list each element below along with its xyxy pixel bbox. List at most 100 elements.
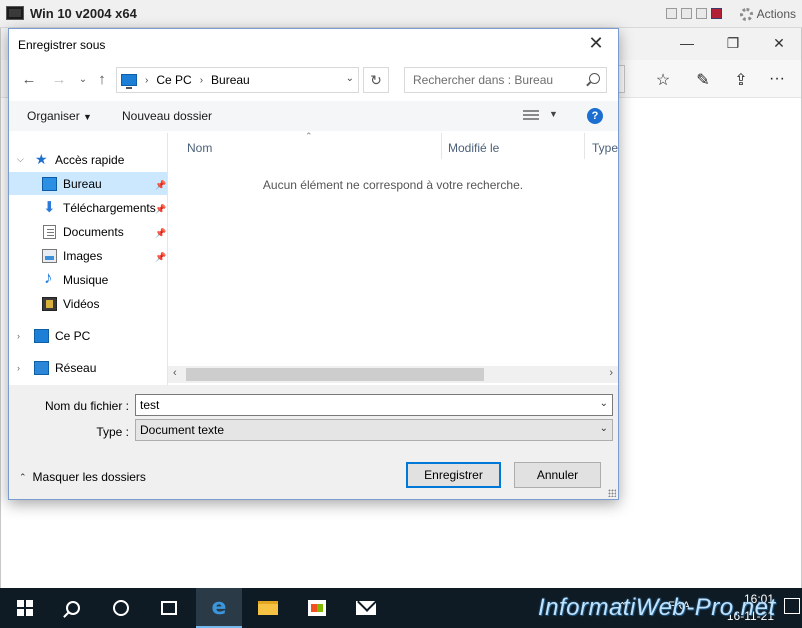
refresh-icon: ↻	[370, 72, 382, 88]
scrollbar-thumb[interactable]	[186, 368, 484, 381]
breadcrumb-this-pc[interactable]: Ce PC	[156, 73, 191, 87]
horizontal-scrollbar[interactable]: ‹ ›	[168, 366, 618, 383]
chevron-down-icon[interactable]: ⌄	[346, 73, 354, 84]
pen-icon[interactable]: ✎	[693, 70, 713, 90]
pin-icon[interactable]: 📌	[155, 180, 166, 190]
taskbar-explorer-button[interactable]	[245, 588, 291, 628]
organize-menu[interactable]: Organiser ▼	[27, 109, 92, 123]
pc-icon	[121, 74, 137, 89]
chevron-down-icon[interactable]: ⌄	[600, 423, 608, 434]
mail-icon	[356, 601, 376, 615]
more-icon[interactable]: ···	[767, 70, 787, 88]
up-arrow-icon[interactable]: ↑	[92, 70, 112, 90]
vm-monitor-icon	[6, 6, 24, 20]
filename-field[interactable]: test ⌄	[135, 394, 613, 416]
file-list: ⌃ Nom Modifié le Type Aucun élément ne c…	[168, 131, 618, 379]
share-icon[interactable]: ⇪	[731, 70, 751, 90]
search-input[interactable]: Rechercher dans : Bureau	[404, 67, 607, 93]
cancel-button[interactable]: Annuler	[514, 462, 601, 488]
chevron-down-icon[interactable]: ⌄	[600, 398, 608, 409]
nav-item-label: Bureau	[63, 176, 102, 191]
dialog-close-button[interactable]: ✕	[582, 33, 610, 55]
maximize-button[interactable]: ❐	[723, 35, 743, 52]
chevron-right-icon[interactable]: ›	[17, 331, 20, 341]
taskbar-store-button[interactable]	[294, 588, 340, 628]
view-options-icon[interactable]	[523, 110, 539, 122]
taskbar-edge-button[interactable]: e	[196, 588, 242, 628]
save-button[interactable]: Enregistrer	[406, 462, 501, 488]
minimize-button[interactable]: —	[677, 35, 697, 51]
nav-item-label: Documents	[63, 224, 124, 239]
music-icon	[42, 268, 57, 288]
nav-item-label: Téléchargements	[63, 200, 156, 215]
scroll-right-icon[interactable]: ›	[609, 367, 613, 379]
refresh-button[interactable]: ↻	[363, 67, 389, 93]
breadcrumb[interactable]: › Ce PC › Bureau ⌄	[116, 67, 359, 93]
notification-icon[interactable]	[784, 598, 800, 614]
filename-label: Nom du fichier :	[44, 399, 129, 413]
column-separator[interactable]	[441, 133, 442, 159]
chevron-down-icon: ▼	[83, 112, 92, 122]
column-header-name[interactable]: Nom	[187, 141, 212, 155]
scroll-left-icon[interactable]: ‹	[173, 367, 177, 379]
close-button[interactable]: ✕	[769, 35, 789, 52]
file-type-select[interactable]: Document texte ⌄	[135, 419, 613, 441]
hide-folders-label: Masquer les dossiers	[32, 470, 146, 484]
task-view-button[interactable]	[146, 588, 192, 628]
nav-item-documents[interactable]: Documents 📌	[9, 220, 167, 243]
edge-icon: e	[211, 594, 227, 620]
vm-window-titlebar: Win 10 v2004 x64 Actions	[0, 0, 802, 28]
nav-item-label: Vidéos	[63, 296, 100, 311]
pin-icon[interactable]: 📌	[155, 228, 166, 238]
pictures-icon	[42, 248, 57, 263]
desktop-icon	[42, 176, 57, 191]
store-icon	[308, 600, 326, 616]
chevron-right-icon[interactable]: ›	[17, 363, 20, 373]
nav-this-pc[interactable]: › Ce PC	[9, 324, 167, 347]
vm-actions-menu[interactable]: Actions	[739, 7, 796, 21]
pin-icon[interactable]: 📌	[155, 204, 166, 214]
nav-network[interactable]: › Réseau	[9, 356, 167, 379]
organize-label: Organiser	[27, 109, 80, 123]
cortana-button[interactable]	[98, 588, 144, 628]
windows-logo-icon	[17, 600, 33, 616]
breadcrumb-separator-icon[interactable]: ›	[200, 75, 203, 86]
nav-item-downloads[interactable]: Téléchargements 📌	[9, 196, 167, 219]
nav-item-pictures[interactable]: Images 📌	[9, 244, 167, 267]
chevron-down-icon[interactable]: ⌵	[17, 154, 24, 165]
hide-folders-toggle[interactable]: ⌃ Masquer les dossiers	[19, 470, 146, 484]
nav-item-label: Images	[63, 248, 103, 263]
taskbar-search-button[interactable]	[50, 588, 96, 628]
nav-quick-access-label: Accès rapide	[55, 152, 125, 167]
favorites-icon[interactable]: ☆	[653, 70, 673, 90]
watermark: InformatiWeb-Pro.net	[538, 594, 776, 621]
nav-quick-access[interactable]: ⌵ Accès rapide	[9, 148, 167, 171]
breadcrumb-separator-icon[interactable]: ›	[145, 75, 148, 86]
recent-dropdown-icon[interactable]: ⌄	[73, 70, 93, 90]
sort-ascending-icon: ⌃	[305, 131, 313, 141]
nav-item-videos[interactable]: Vidéos	[9, 292, 167, 315]
column-header-modified[interactable]: Modifié le	[448, 141, 499, 155]
chevron-down-icon[interactable]: ▼	[549, 109, 558, 119]
nav-item-label: Musique	[63, 272, 109, 287]
help-icon[interactable]: ?	[587, 108, 603, 124]
back-arrow-icon[interactable]: ←	[19, 70, 39, 90]
new-folder-button[interactable]: Nouveau dossier	[122, 109, 212, 123]
gear-icon	[739, 7, 753, 21]
column-header-type[interactable]: Type	[592, 141, 618, 155]
taskbar-mail-button[interactable]	[343, 588, 389, 628]
resize-grip[interactable]	[608, 489, 616, 497]
search-icon	[66, 601, 80, 615]
pin-icon[interactable]: 📌	[155, 252, 166, 262]
star-icon	[35, 151, 50, 168]
nav-item-desktop[interactable]: Bureau 📌	[9, 172, 167, 195]
column-separator[interactable]	[584, 133, 585, 159]
vm-restore-button[interactable]	[681, 8, 692, 19]
nav-item-music[interactable]: Musique	[9, 268, 167, 291]
start-button[interactable]	[2, 588, 48, 628]
vm-maximize-button[interactable]	[696, 8, 707, 19]
forward-arrow-icon[interactable]: →	[49, 70, 69, 90]
documents-icon	[43, 224, 56, 239]
breadcrumb-desktop[interactable]: Bureau	[211, 73, 250, 87]
vm-minimize-button[interactable]	[666, 8, 677, 19]
